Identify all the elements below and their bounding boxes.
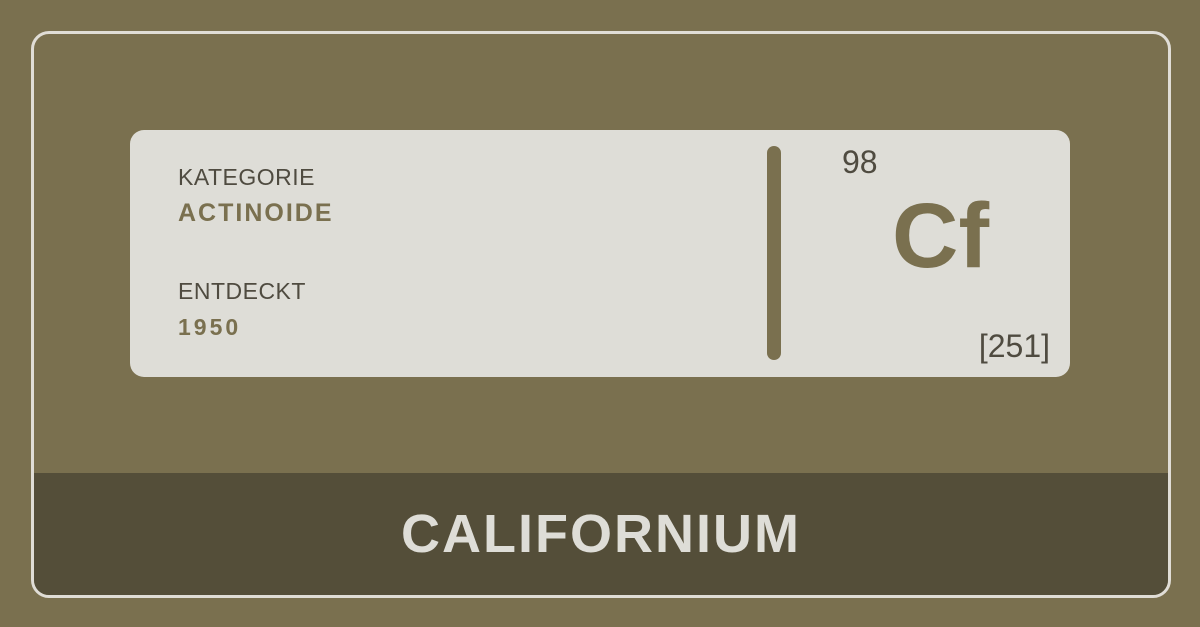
card-frame: KATEGORIE ACTINOIDE ENTDECKT 1950 98 Cf … — [31, 31, 1171, 598]
atomic-mass: [251] — [978, 328, 1050, 364]
category-value: ACTINOIDE — [178, 199, 334, 227]
atomic-number: 98 — [842, 144, 878, 180]
discovered-value: 1950 — [178, 314, 242, 340]
category-label: KATEGORIE — [178, 164, 315, 190]
element-name: CALIFORNIUM — [401, 504, 801, 564]
name-banner: CALIFORNIUM — [34, 473, 1168, 595]
element-symbol: Cf — [892, 185, 990, 287]
vertical-divider — [767, 146, 781, 360]
discovered-label: ENTDECKT — [178, 278, 306, 304]
element-info-card: KATEGORIE ACTINOIDE ENTDECKT 1950 98 Cf … — [130, 130, 1070, 377]
